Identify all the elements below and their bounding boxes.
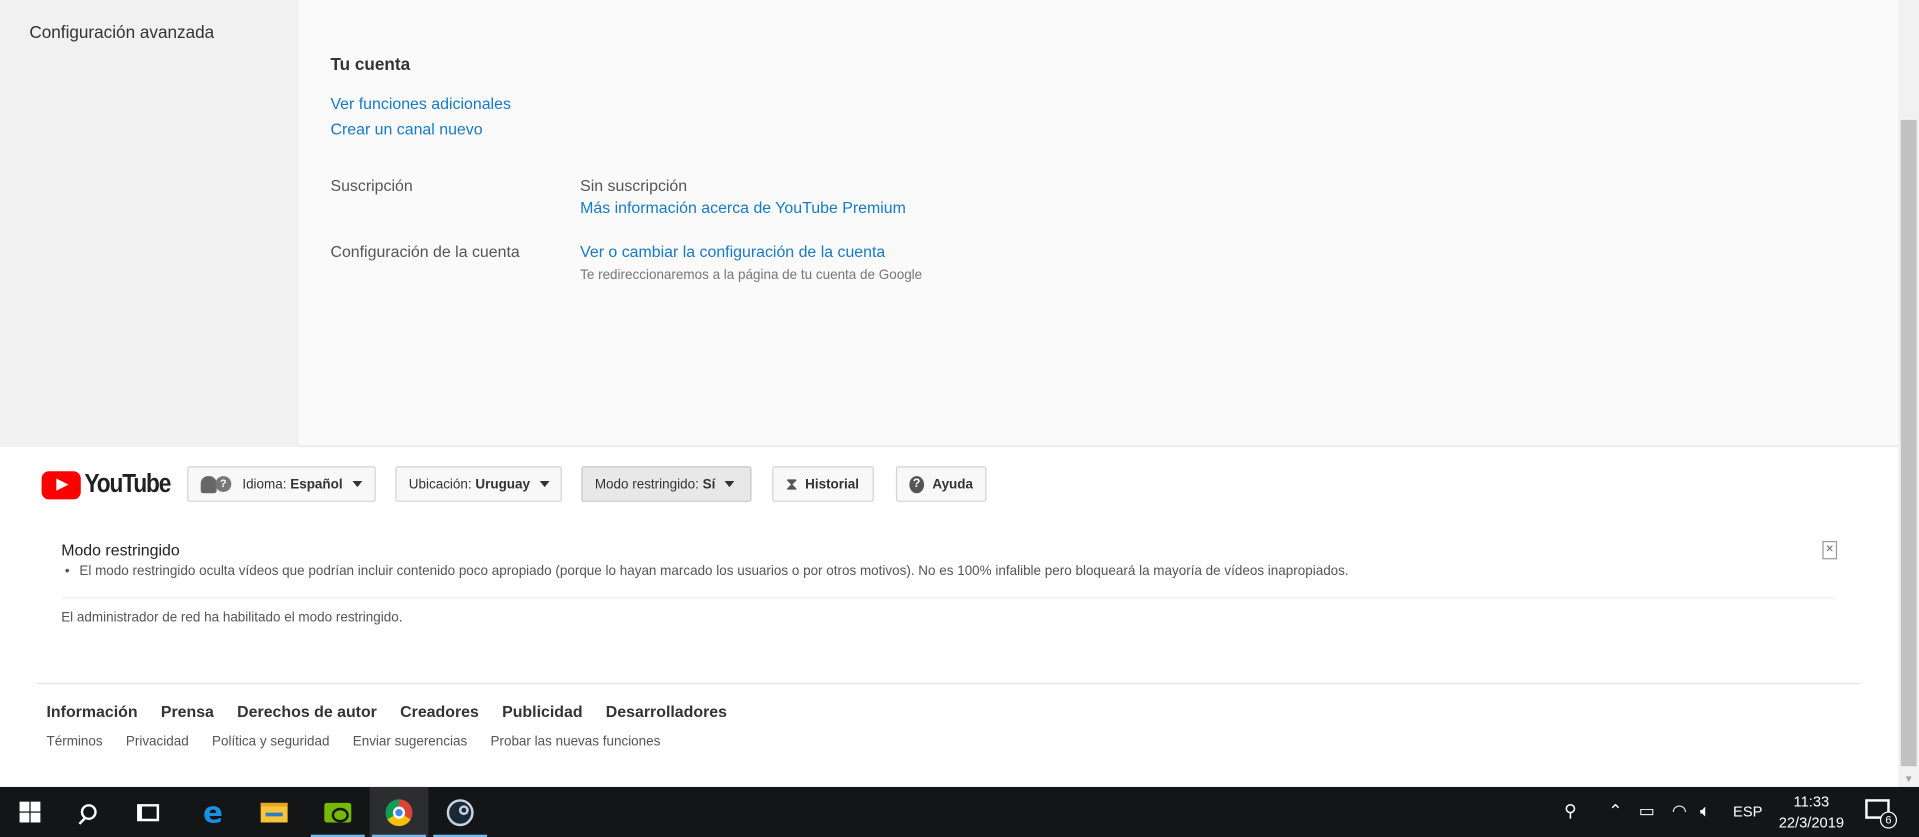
nvidia-icon[interactable] [308, 787, 367, 837]
hourglass-icon: ⧗ [785, 473, 798, 494]
scrollbar-thumb[interactable] [1900, 119, 1917, 767]
battery-icon[interactable]: ▭ [1639, 802, 1655, 822]
footer-secondary-links: Términos Privacidad Política y seguridad… [47, 734, 661, 749]
footer-link-send-feedback[interactable]: Enviar sugerencias [353, 734, 468, 749]
restricted-prefix: Modo restringido: [594, 476, 699, 492]
close-icon[interactable]: × [1822, 540, 1838, 560]
language-value: Español [290, 476, 343, 492]
language-prefix: Idioma: [242, 476, 287, 492]
footer-link-information[interactable]: Información [47, 703, 138, 721]
search-icon[interactable] [59, 787, 118, 837]
settings-content: Configuración avanzada Tu cuenta Ver fun… [0, 0, 1899, 447]
admin-note: El administrador de red ha habilitado el… [61, 610, 403, 626]
left-nav: Configuración avanzada [0, 0, 299, 447]
footer-link-copyright[interactable]: Derechos de autor [237, 703, 377, 721]
account-settings-link[interactable]: Ver o cambiar la configuración de la cue… [580, 242, 885, 260]
footer-link-advertise[interactable]: Publicidad [502, 703, 582, 721]
page-scrollbar[interactable]: ▼ [1898, 0, 1919, 787]
footer-link-developers[interactable]: Desarrolladores [606, 703, 727, 721]
youtube-wordmark: YouTube [84, 469, 171, 499]
youtube-logo[interactable]: YouTube [41, 469, 182, 499]
system-clock[interactable]: 11:33 22/3/2019 [1775, 792, 1848, 834]
restricted-value: Sí [702, 476, 716, 492]
location-prefix: Ubicación: [408, 476, 472, 492]
wifi-icon[interactable]: ◠ [1672, 802, 1687, 822]
footer-link-policy-safety[interactable]: Política y seguridad [212, 734, 329, 749]
location-value: Uruguay [475, 476, 531, 492]
section-title: Tu cuenta [330, 53, 411, 74]
divider [61, 597, 1836, 599]
location-picker-button[interactable]: Ubicación: Uruguay [395, 466, 562, 502]
input-language[interactable]: ESP [1733, 803, 1762, 820]
edge-icon[interactable]: e [184, 787, 243, 837]
youtube-play-icon [41, 470, 81, 499]
new-channel-link[interactable]: Crear un canal nuevo [330, 120, 482, 138]
chevron-down-icon [725, 480, 735, 488]
footer-link-creators[interactable]: Creadores [400, 703, 479, 721]
footer-link-press[interactable]: Prensa [161, 703, 214, 721]
footer-link-test-new-features[interactable]: Probar las nuevas funciones [490, 734, 660, 749]
more-features-link[interactable]: Ver funciones adicionales [330, 94, 510, 112]
nav-item-advanced-settings[interactable]: Configuración avanzada [29, 22, 214, 42]
history-label: Historial [805, 476, 859, 492]
language-picker-button[interactable]: ? Idioma: Español [187, 466, 376, 502]
help-button[interactable]: ? Ayuda [895, 466, 987, 502]
history-button[interactable]: ⧗ Historial [772, 466, 874, 502]
chevron-up-icon[interactable]: ⌃ [1608, 802, 1622, 822]
people-icon[interactable]: ⚲ [1564, 802, 1577, 822]
chevron-down-icon [352, 480, 363, 488]
notification-count-badge: 6 [1879, 811, 1898, 829]
restricted-panel-title: Modo restringido [61, 540, 180, 560]
chrome-icon[interactable] [369, 786, 429, 837]
footer-link-privacy[interactable]: Privacidad [126, 734, 189, 749]
help-label: Ayuda [932, 476, 974, 492]
windows-start-icon[interactable] [0, 787, 59, 837]
premium-info-link[interactable]: Más información acerca de YouTube Premiu… [580, 198, 906, 216]
clock-time: 11:33 [1793, 793, 1830, 811]
clock-date: 22/3/2019 [1778, 813, 1845, 832]
footer-link-terms[interactable]: Términos [47, 734, 103, 749]
restricted-panel-description: El modo restringido oculta vídeos que po… [65, 564, 1348, 579]
divider [36, 682, 1861, 685]
file-explorer-icon[interactable] [245, 787, 304, 837]
account-settings-label: Configuración de la cuenta [330, 242, 520, 261]
restricted-mode-button[interactable]: Modo restringido: Sí [581, 466, 752, 502]
subscription-label: Suscripción [330, 176, 413, 195]
help-icon: ? [909, 475, 924, 493]
scroll-down-arrow-icon[interactable]: ▼ [1898, 774, 1919, 785]
language-icon: ? [200, 475, 233, 493]
chevron-down-icon [539, 480, 550, 488]
volume-icon[interactable]: 🔈︎ [1700, 802, 1710, 822]
task-view-icon[interactable] [119, 787, 178, 837]
redirect-note: Te redireccionaremos a la página de tu c… [580, 268, 923, 283]
windows-taskbar: e ⚲ ⌃ ▭ ◠ 🔈︎ ESP 11:33 22/3/2019 6 [0, 786, 1919, 837]
subscription-value: Sin suscripción [580, 176, 688, 195]
steam-icon[interactable] [431, 787, 490, 837]
footer-primary-links: Información Prensa Derechos de autor Cre… [47, 703, 727, 721]
